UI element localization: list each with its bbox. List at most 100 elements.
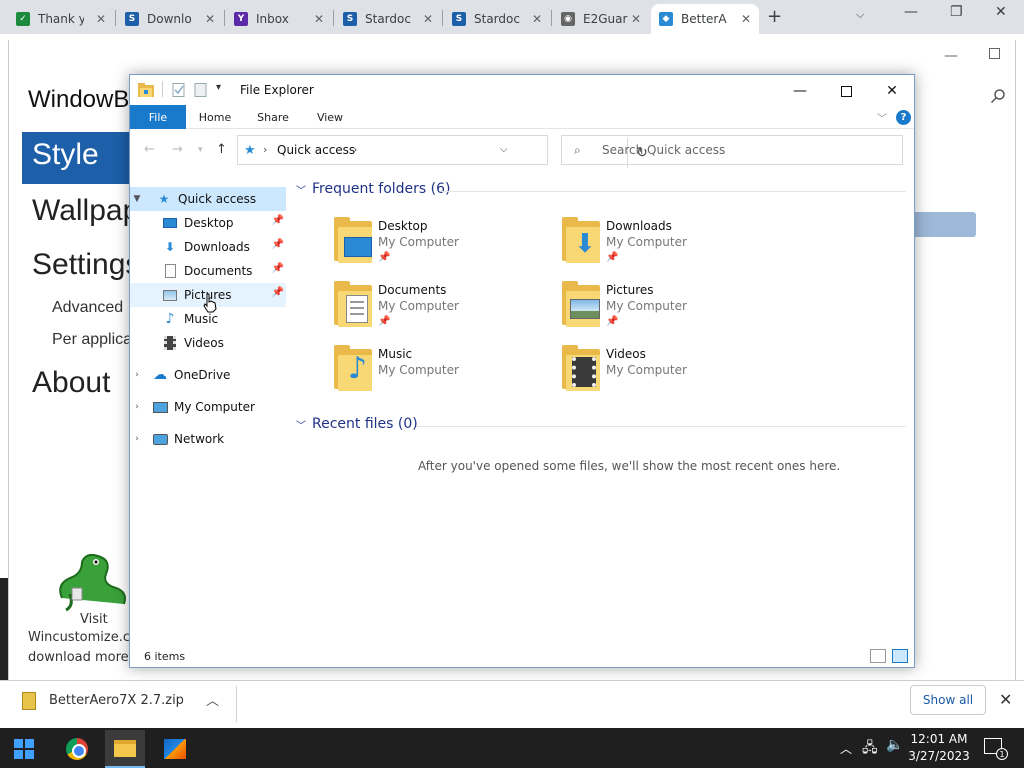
search-icon[interactable]	[990, 88, 1006, 107]
search-input[interactable]: ⌕ Search Quick access	[561, 135, 903, 165]
explorer-minimize-button[interactable]: —	[777, 79, 823, 103]
taskbar-clock[interactable]: 12:01 AM 3/27/2023	[908, 731, 970, 765]
music-folder-icon: ♪	[332, 343, 374, 391]
chevron-right-icon[interactable]: ›	[353, 143, 357, 156]
folder-tile-documents[interactable]: Documents My Computer 📌	[332, 279, 552, 339]
start-button[interactable]	[14, 739, 34, 759]
show-all-button[interactable]: Show all	[910, 685, 986, 715]
chevron-up-icon[interactable]: ︿	[840, 740, 852, 757]
network-icon	[152, 431, 168, 447]
clock-time: 12:01 AM	[910, 732, 968, 746]
chevron-right-icon[interactable]: ›	[130, 434, 144, 444]
nav-onedrive[interactable]: › ☁ OneDrive	[130, 363, 286, 387]
nav-wallpaper[interactable]: Wallpap	[32, 194, 139, 228]
tab-close-icon[interactable]: ✕	[96, 12, 106, 26]
nav-documents[interactable]: Documents 📌	[130, 259, 286, 283]
nav-per-application[interactable]: Per applicat	[52, 331, 137, 349]
browser-close-button[interactable]: ✕	[995, 4, 1007, 20]
quick-access-star-icon: ★	[158, 192, 170, 206]
tab-close-icon[interactable]: ✕	[532, 12, 542, 26]
taskbar-chrome-button[interactable]	[57, 730, 97, 768]
details-view-icon[interactable]	[870, 649, 886, 663]
browser-restore-button[interactable]: ❐	[950, 4, 963, 20]
tab-close-icon[interactable]: ✕	[423, 12, 433, 26]
chevron-down-icon[interactable]: ▼	[130, 194, 144, 204]
expand-ribbon-icon[interactable]: ﹀	[877, 110, 887, 125]
help-button[interactable]: ?	[896, 110, 911, 125]
app-maximize-icon[interactable]	[989, 48, 1000, 59]
tab-close-icon[interactable]: ✕	[314, 12, 324, 26]
nav-quick-access[interactable]: ▼ ★ Quick access	[130, 187, 286, 211]
nav-desktop[interactable]: Desktop 📌	[130, 211, 286, 235]
chevron-right-icon[interactable]: ›	[263, 143, 267, 156]
recent-locations-icon[interactable]: ▾	[198, 145, 203, 155]
item-count: 6 items	[144, 650, 186, 663]
documents-folder-icon	[332, 279, 374, 327]
pictures-icon	[162, 287, 178, 303]
tab-close-icon[interactable]: ✕	[205, 12, 215, 26]
forward-arrow-icon[interactable]: →	[172, 142, 183, 157]
chevron-right-icon[interactable]: ›	[130, 370, 144, 380]
close-download-bar-icon[interactable]: ✕	[999, 690, 1012, 709]
taskbar-file-explorer-button[interactable]	[105, 730, 145, 768]
address-dropdown-icon[interactable]: ⌵	[500, 144, 508, 155]
download-item[interactable]: BetterAero7X 2.7.zip	[49, 693, 184, 708]
folder-tile-music[interactable]: ♪ Music My Computer	[332, 343, 552, 403]
folder-tile-pictures[interactable]: Pictures My Computer 📌	[560, 279, 780, 339]
ribbon-tab-file[interactable]: File	[130, 105, 186, 129]
nav-my-computer[interactable]: › My Computer	[130, 395, 286, 419]
new-tab-button[interactable]: +	[767, 6, 782, 27]
frequent-folders-header[interactable]: ﹀ Frequent folders (6)	[296, 181, 451, 197]
nav-style-active[interactable]: Style	[22, 132, 132, 184]
ribbon-tab-share[interactable]: Share	[248, 105, 298, 129]
browser-tab-stardock-1[interactable]: S Stardoc ✕	[335, 4, 441, 34]
taskbar-windowblinds-button[interactable]	[155, 730, 195, 768]
browser-tab-betteraero[interactable]: ◆ BetterA ✕	[651, 4, 759, 34]
explorer-nav-bar: ← → ▾ ↑ ★ › Quick access › ⌵ ↻ ⌕ Search …	[130, 133, 914, 168]
folder-tile-downloads[interactable]: ⬇ Downloads My Computer 📌	[560, 215, 780, 275]
address-bar[interactable]: ★ › Quick access › ⌵ ↻	[237, 135, 648, 168]
customize-quick-access-icon[interactable]: ▾	[216, 82, 221, 93]
tab-close-icon[interactable]: ✕	[631, 12, 641, 26]
explorer-maximize-button[interactable]	[823, 79, 869, 103]
explorer-close-button[interactable]: ✕	[869, 79, 915, 103]
up-arrow-icon[interactable]: ↑	[216, 142, 227, 157]
properties-icon[interactable]	[172, 83, 186, 100]
tab-close-icon[interactable]: ✕	[741, 12, 751, 26]
address-quick-access[interactable]: Quick access	[277, 143, 355, 157]
nav-downloads[interactable]: ⬇ Downloads 📌	[130, 235, 286, 259]
chevron-up-icon[interactable]: ︿	[206, 690, 219, 709]
ribbon-tab-view[interactable]: View	[306, 105, 354, 129]
nav-settings[interactable]: Settings	[32, 248, 140, 282]
folder-tile-videos[interactable]: Videos My Computer	[560, 343, 780, 403]
new-folder-icon[interactable]	[194, 83, 208, 100]
pin-icon: 📌	[606, 252, 619, 263]
browser-tab-e2guardian[interactable]: ◉ E2Guar ✕	[553, 4, 649, 34]
ribbon-tab-home[interactable]: Home	[190, 105, 240, 129]
nav-videos[interactable]: Videos	[130, 331, 286, 355]
browser-minimize-button[interactable]: —	[904, 4, 918, 20]
page-dark-edge	[0, 578, 8, 680]
nav-network[interactable]: › Network	[130, 427, 286, 451]
app-minimize-icon[interactable]: —	[944, 48, 958, 64]
folder-tile-desktop[interactable]: Desktop My Computer 📌	[332, 215, 552, 275]
tab-search-chevron-icon[interactable]: ⌵	[856, 8, 864, 22]
app-dropdown-bar[interactable]	[910, 212, 976, 237]
wincustomize-link[interactable]: Wincustomize.co	[28, 630, 138, 645]
recent-files-header[interactable]: ﹀ Recent files (0)	[296, 416, 418, 432]
nav-advanced[interactable]: Advanced	[52, 299, 123, 317]
browser-tab-stardock-2[interactable]: S Stardoc ✕	[444, 4, 550, 34]
back-arrow-icon[interactable]: ←	[144, 142, 155, 157]
content-pane: ﹀ Frequent folders (6) Desktop My Comput…	[292, 175, 912, 639]
volume-icon[interactable]: 🔈	[886, 737, 903, 753]
chevron-right-icon[interactable]: ›	[130, 402, 144, 412]
large-icons-view-icon[interactable]	[892, 649, 908, 663]
nav-about[interactable]: About	[32, 366, 110, 400]
browser-tab-download[interactable]: S Downlo ✕	[117, 4, 223, 34]
tab-favicon-icon: Y	[234, 12, 248, 26]
browser-tab-thank-you[interactable]: ✓ Thank yo ✕	[8, 4, 114, 34]
browser-tab-inbox[interactable]: Y Inbox ✕	[226, 4, 332, 34]
tab-favicon-icon: S	[452, 12, 466, 26]
network-icon[interactable]: 🖧	[862, 737, 878, 761]
status-bar: 6 items	[130, 647, 914, 667]
